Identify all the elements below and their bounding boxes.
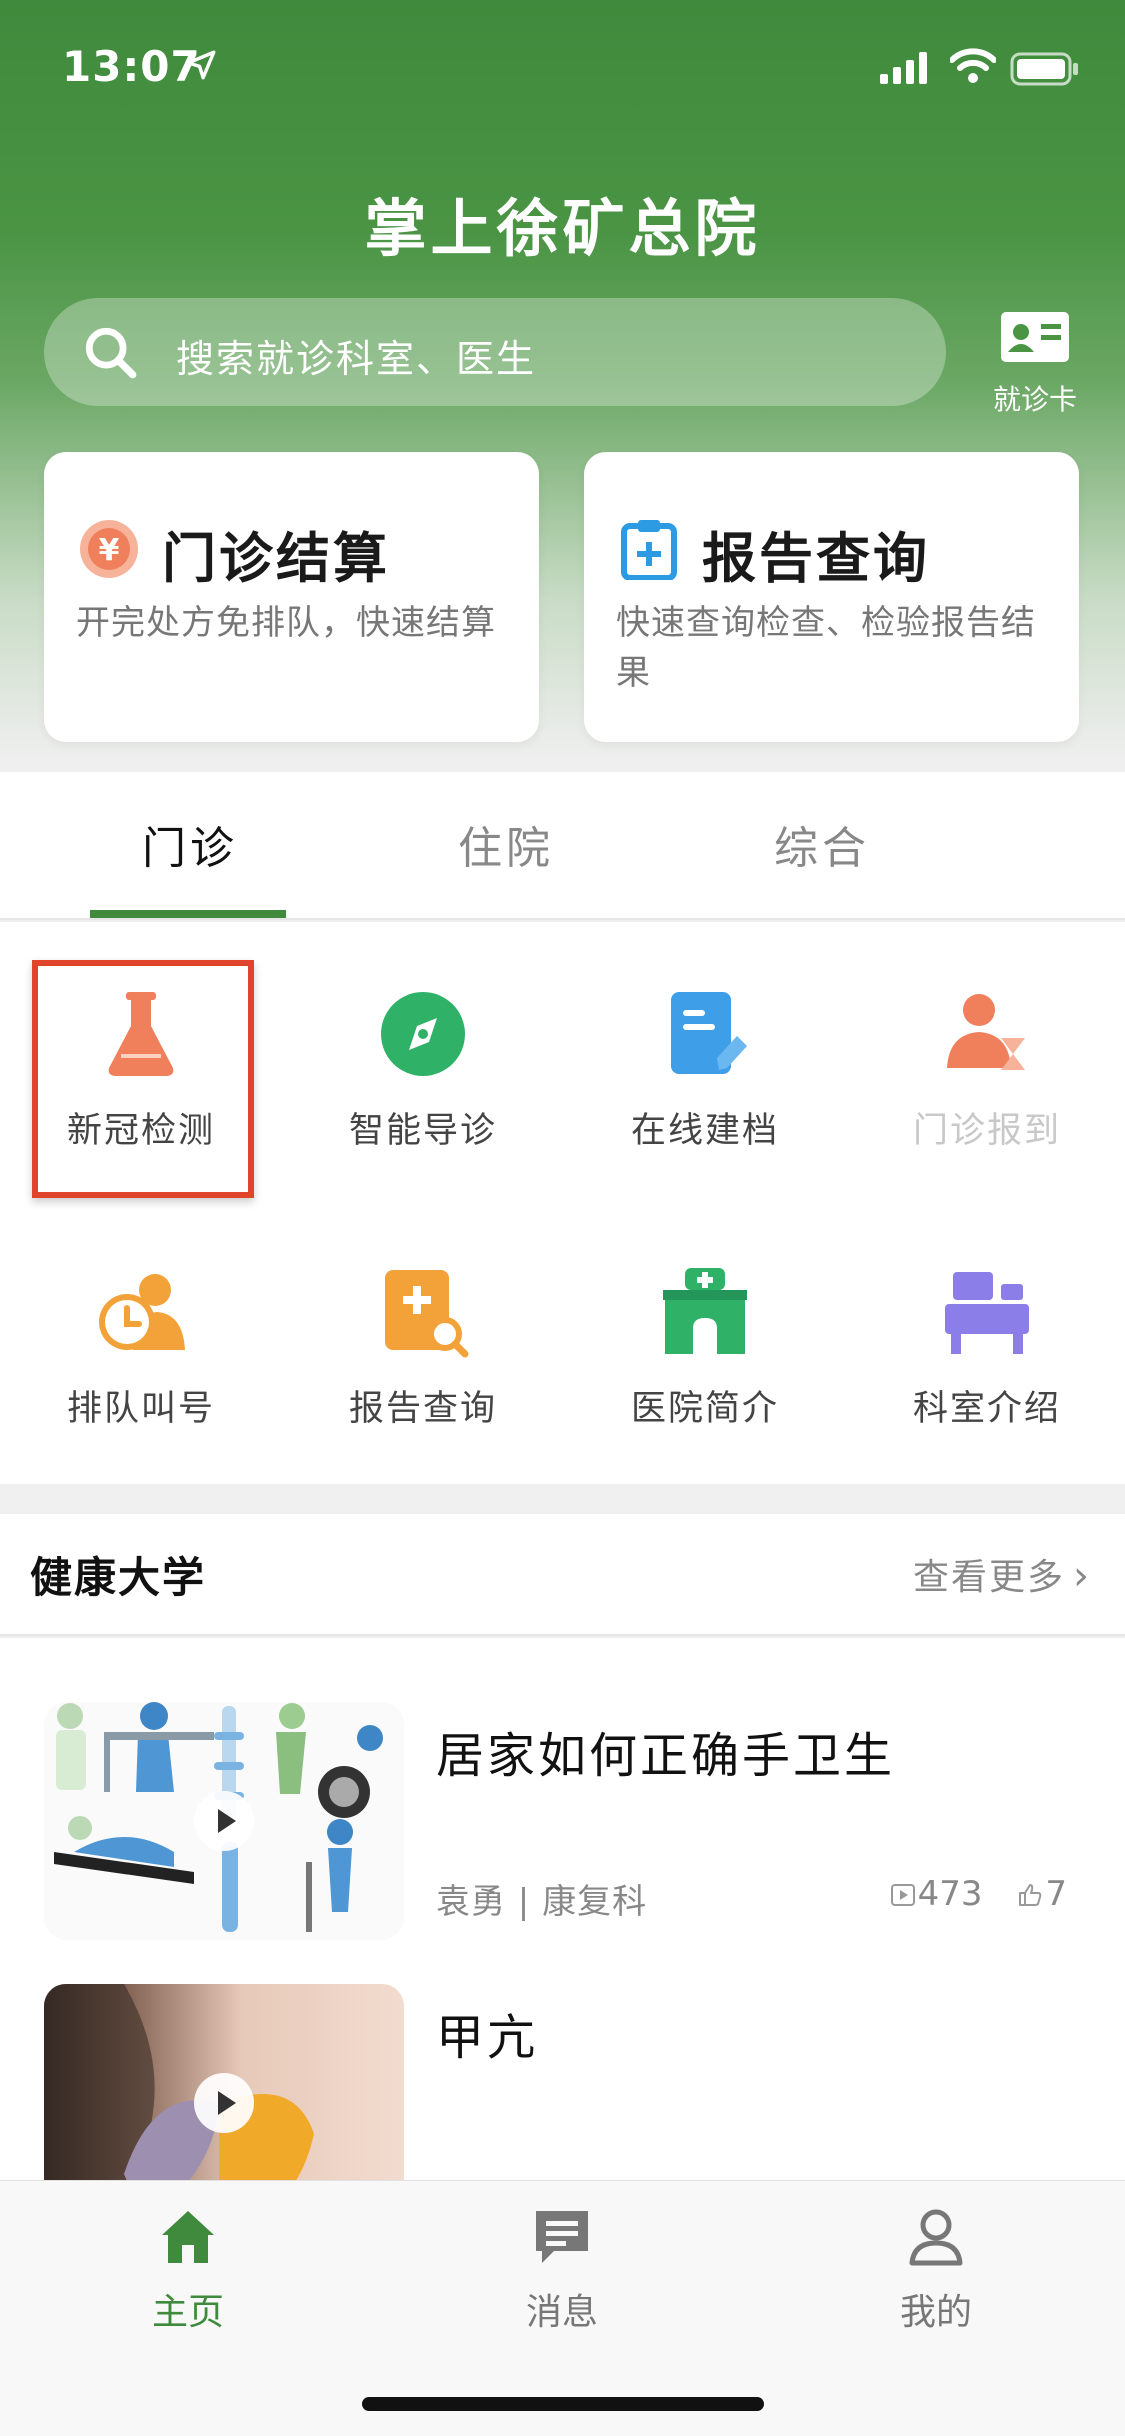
cellular-signal-icon <box>880 52 927 84</box>
status-bar: 13:07 <box>0 0 1125 130</box>
quick-card-title: 报告查询 <box>702 527 930 590</box>
hospital-icon <box>663 1268 747 1354</box>
grid-item-label: 排队叫号 <box>66 1389 215 1429</box>
article-title: 甲亢 <box>436 2010 539 2066</box>
play-button-icon[interactable] <box>194 2073 254 2133</box>
search-bar[interactable]: 搜索就诊科室、医生 <box>44 298 946 406</box>
search-icon <box>85 327 137 379</box>
grid-item-queue[interactable]: 排队叫号 <box>0 1264 282 1464</box>
grid-item-smart-guide[interactable]: 智能导诊 <box>282 986 564 1186</box>
quick-card-settlement[interactable]: ¥ 门诊结算 开完处方免排队，快速结算 <box>44 452 539 742</box>
search-placeholder: 搜索就诊科室、医生 <box>176 337 537 381</box>
tab-general[interactable]: 综合 <box>774 812 870 876</box>
queue-clock-icon <box>99 1274 185 1350</box>
tabbar-home[interactable]: 主页 <box>88 2205 288 2335</box>
health-university-header: 健康大学 查看更多 › <box>0 1514 1125 1636</box>
grid-item-label: 在线建档 <box>630 1111 779 1151</box>
category-tabs: 门诊 住院 综合 <box>0 772 1125 920</box>
video-views-icon <box>890 1884 915 1906</box>
tabbar-label: 消息 <box>525 2292 598 2333</box>
tabbar-label: 主页 <box>151 2292 224 2333</box>
clipboard-plus-icon <box>621 520 677 580</box>
grid-item-checkin[interactable]: 门诊报到 <box>846 986 1125 1186</box>
wifi-icon <box>950 48 996 83</box>
tabbar-label: 我的 <box>899 2292 972 2333</box>
department-desk-icon <box>945 1272 1029 1354</box>
tab-inpatient[interactable]: 住院 <box>458 812 554 876</box>
tabbar-messages[interactable]: 消息 <box>462 2205 662 2335</box>
home-indicator <box>362 2397 764 2411</box>
page-title: 掌上徐矿总院 <box>364 192 761 265</box>
id-card-icon <box>1001 312 1069 362</box>
grid-item-label: 医院简介 <box>630 1389 779 1429</box>
grid-item-report-query[interactable]: 报告查询 <box>282 1264 564 1464</box>
article-stats: 473 7 <box>890 1874 1067 1914</box>
svg-text:¥: ¥ <box>99 533 120 568</box>
play-button-icon[interactable] <box>194 1791 254 1851</box>
grid-item-label: 智能导诊 <box>348 1111 497 1151</box>
visit-card-label: 就诊卡 <box>992 383 1077 416</box>
view-more-label: 查看更多 <box>912 1557 1065 1598</box>
grid-item-label: 科室介绍 <box>912 1389 1061 1429</box>
compass-icon <box>381 992 465 1076</box>
battery-icon <box>1010 52 1078 86</box>
article-thumbnail <box>44 1984 404 2183</box>
document-edit-icon <box>671 992 747 1074</box>
grid-item-label: 报告查询 <box>348 1389 497 1429</box>
grid-item-online-record[interactable]: 在线建档 <box>564 986 846 1186</box>
chevron-right-icon: › <box>1073 1553 1091 1599</box>
quick-card-desc: 快速查询检查、检验报告结果 <box>616 603 1036 693</box>
tab-active-indicator <box>90 910 286 918</box>
visit-card-button[interactable]: 就诊卡 <box>980 312 1090 422</box>
home-icon <box>162 2211 214 2263</box>
article-item[interactable]: 甲亢 <box>0 1984 1125 2183</box>
quick-card-desc: 开完处方免排队，快速结算 <box>76 603 496 643</box>
message-icon <box>536 2211 588 2263</box>
grid-item-hospital-intro[interactable]: 医院简介 <box>564 1264 846 1464</box>
article-title: 居家如何正确手卫生 <box>436 1728 896 1784</box>
article-likes: 7 <box>1045 1874 1067 1914</box>
highlight-box <box>32 960 254 1198</box>
view-more-link[interactable]: 查看更多 › <box>913 1548 1091 1600</box>
report-search-icon <box>385 1270 469 1358</box>
thumbs-up-icon <box>1019 1884 1042 1906</box>
grid-item-department-intro[interactable]: 科室介绍 <box>846 1264 1125 1464</box>
quick-card-report[interactable]: 报告查询 快速查询检查、检验报告结果 <box>584 452 1079 742</box>
grid-item-label: 门诊报到 <box>912 1111 1061 1151</box>
article-item[interactable]: 居家如何正确手卫生 袁勇 | 康复科 473 7 <box>0 1702 1125 1952</box>
article-author: 袁勇 | 康复科 <box>436 1882 648 1922</box>
article-thumbnail <box>44 1702 404 1940</box>
tab-outpatient[interactable]: 门诊 <box>142 812 238 876</box>
article-list: 居家如何正确手卫生 袁勇 | 康复科 473 7 甲亢 <box>0 1638 1125 2183</box>
location-arrow-icon <box>186 50 216 80</box>
section-title: 健康大学 <box>30 1553 207 1602</box>
status-time: 13:07 <box>62 42 201 91</box>
yuan-coin-icon: ¥ <box>80 520 138 578</box>
tabbar-profile[interactable]: 我的 <box>836 2205 1036 2335</box>
user-icon <box>909 2209 963 2266</box>
quick-card-title: 门诊结算 <box>162 527 390 590</box>
article-views: 473 <box>917 1874 983 1914</box>
person-hourglass-icon <box>947 994 1025 1070</box>
